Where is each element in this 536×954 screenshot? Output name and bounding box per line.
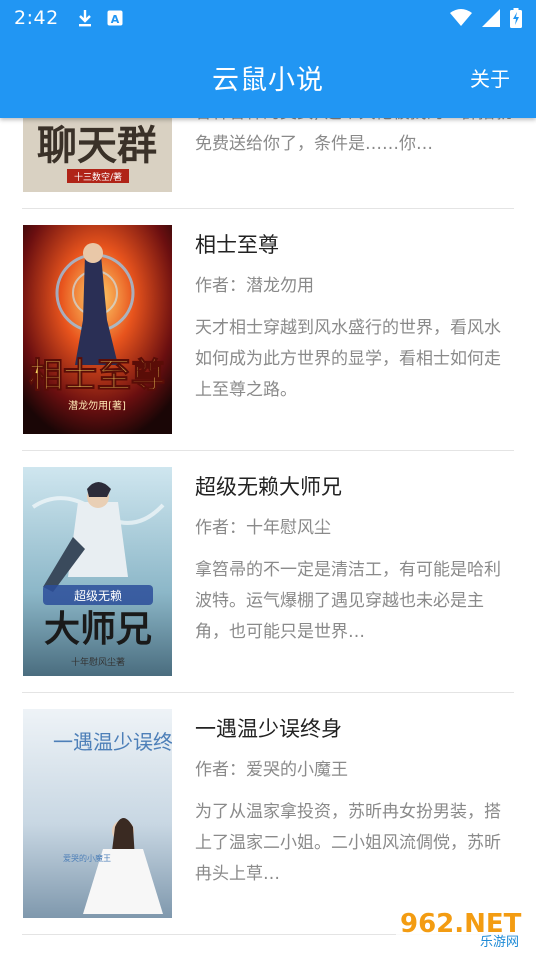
signal-icon <box>482 9 500 27</box>
cover-title-text: 聊天群 <box>37 122 157 169</box>
book-description: 天才相士穿越到风水盛行的世界，看风水如何成为此方世界的显学，看相士如何走上至尊之… <box>195 318 501 400</box>
book-list[interactable]: 聊天群 十三数空/著 各种各样的美女, 这个大佬被找的一群指就免费送给你了，条件… <box>0 0 536 954</box>
book-author: 作者：爱哭的小魔王 <box>195 760 348 780</box>
book-title: 相士至尊 <box>195 233 279 257</box>
cover-author-text: 十年慰风尘著 <box>71 656 125 668</box>
cover-author-text: 十三数空/著 <box>74 171 122 183</box>
cover-author-text: 潜龙勿用[著] <box>68 399 126 412</box>
app-title: 云鼠小说 <box>212 64 324 96</box>
app-bar: 云鼠小说 关于 <box>0 36 536 118</box>
status-time: 2:42 <box>14 7 59 29</box>
list-item[interactable]: 一遇温少误终身 爱哭的小魔王 一遇温少误终身 作者：爱哭的小魔王 为了从温家拿投… <box>22 693 514 935</box>
cover-title-text: 相士至尊 <box>29 356 165 396</box>
cover-title-text: 大师兄 <box>44 608 152 650</box>
watermark-bottom-text: 乐游网 <box>480 935 519 950</box>
book-title: 超级无赖大师兄 <box>195 475 342 499</box>
cover-subtitle-text: 超级无赖 <box>74 588 122 603</box>
battery-charging-icon <box>510 8 522 28</box>
book-description: 为了从温家拿投资，苏昕冉女扮男装，搭上了温家二小姐。二小姐风流倜傥，苏昕冉头上草… <box>195 802 501 884</box>
book-title: 一遇温少误终身 <box>195 717 342 741</box>
cover-title-text: 一遇温少误终身 <box>53 730 172 754</box>
wifi-icon <box>450 9 472 27</box>
book-author: 作者：十年慰风尘 <box>195 518 331 538</box>
cover-author-text: 爱哭的小魔王 <box>63 853 111 863</box>
text-a-icon: A <box>107 10 123 26</box>
download-icon <box>77 9 93 27</box>
book-cover: 一遇温少误终身 爱哭的小魔王 <box>23 709 172 918</box>
about-button[interactable]: 关于 <box>470 36 510 118</box>
status-bar: 2:42 A <box>0 0 536 36</box>
book-author: 作者：潜龙勿用 <box>195 276 314 296</box>
book-description: 拿笤帚的不一定是清洁工，有可能是哈利波特。运气爆棚了遇见穿越也未必是主角，也可能… <box>195 560 501 642</box>
list-item[interactable]: 超级无赖 大师兄 十年慰风尘著 超级无赖大师兄 作者：十年慰风尘 拿笤帚的不一定… <box>22 451 514 693</box>
book-cover: 相士至尊 潜龙勿用[著] <box>23 225 172 434</box>
book-cover: 超级无赖 大师兄 十年慰风尘著 <box>23 467 172 676</box>
site-watermark-logo: 962.NET 乐游网 <box>396 904 530 950</box>
svg-text:A: A <box>110 13 119 26</box>
list-item[interactable]: 相士至尊 潜龙勿用[著] 相士至尊 作者：潜龙勿用 天才相士穿越到风水盛行的世界… <box>22 209 514 451</box>
